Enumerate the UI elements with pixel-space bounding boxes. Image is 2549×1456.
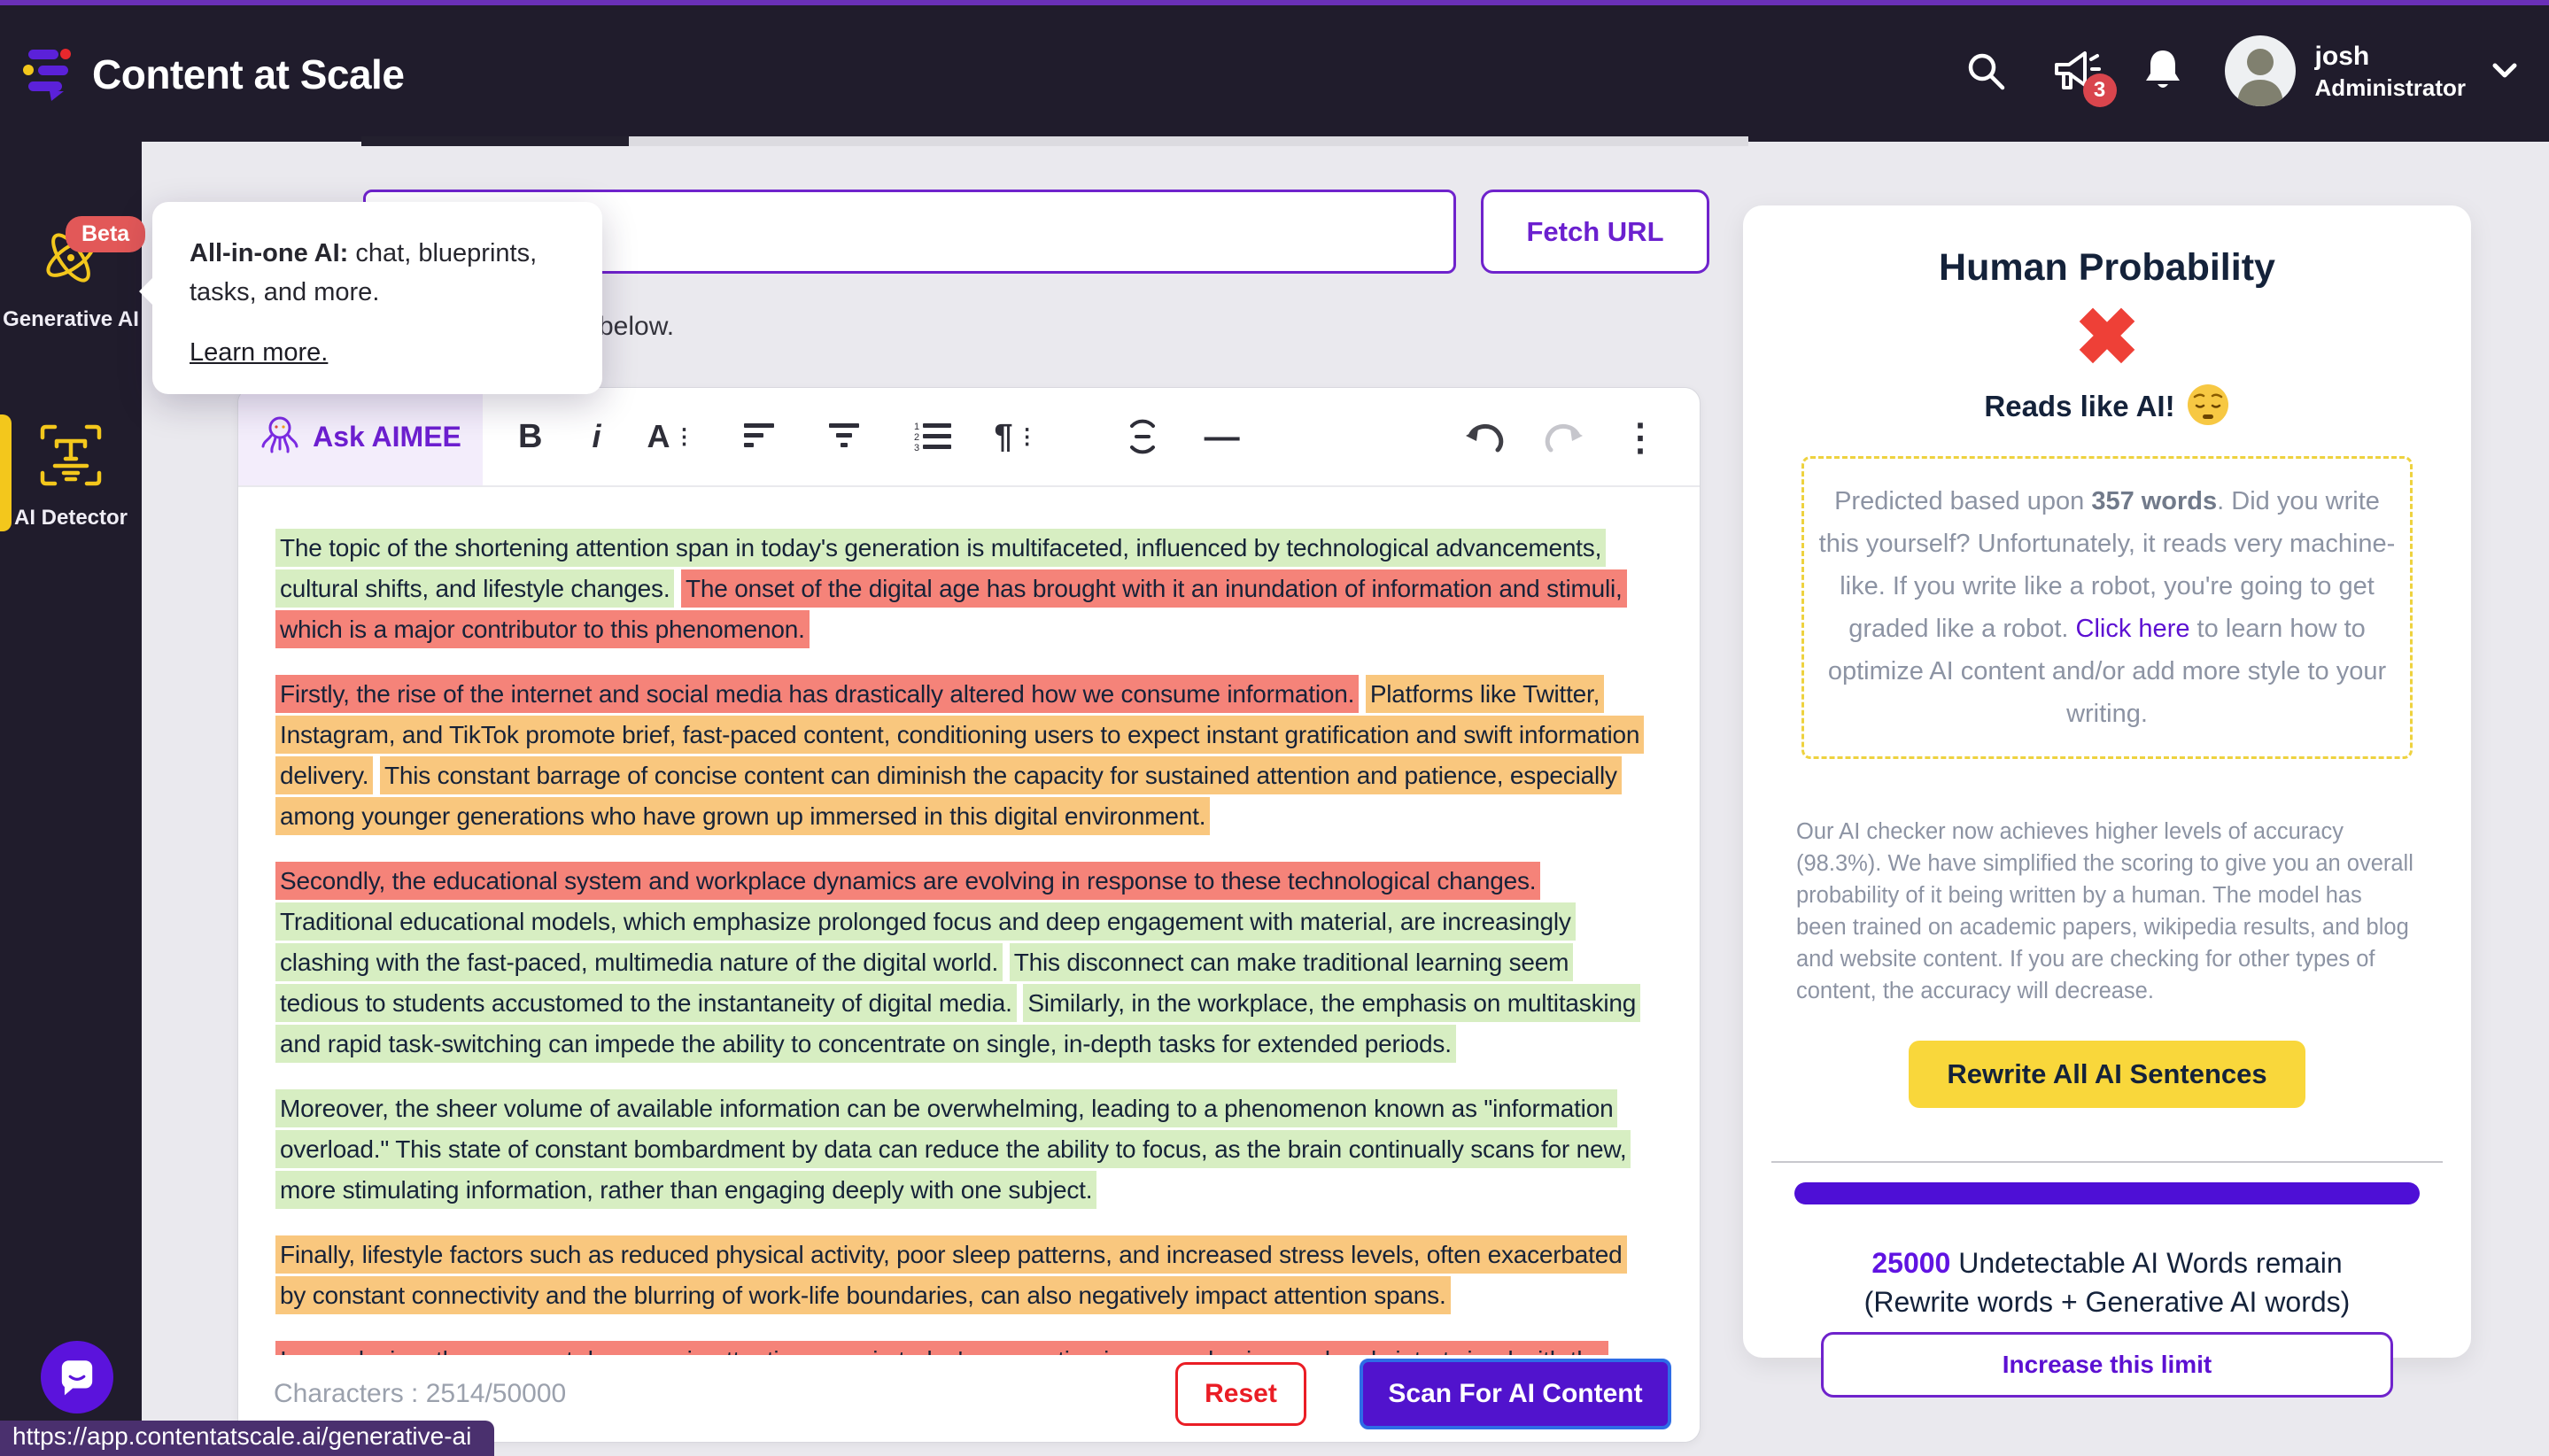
human-probability-panel: Human Probability ✖ Reads like AI! Predi… <box>1743 205 2471 1358</box>
prediction-text: Predicted based upon 357 words. Did you … <box>1819 487 2396 728</box>
undo-icon[interactable] <box>1464 420 1505 453</box>
panel-divider <box>1771 1161 2443 1163</box>
panel-title: Human Probability <box>1743 246 2471 290</box>
ask-aimee-label: Ask AIMEE <box>313 421 461 453</box>
click-here-link[interactable]: Click here <box>2076 615 2190 643</box>
editor-content[interactable]: The topic of the shortening attention sp… <box>238 489 1700 1355</box>
redo-icon[interactable] <box>1544 420 1584 453</box>
sidebar-item-ai-detector[interactable]: AI Detector <box>0 423 142 531</box>
instruction-text: below. <box>599 312 674 342</box>
tooltip-bold: All-in-one AI: <box>190 239 348 267</box>
pilcrow-icon: ¶ <box>994 418 1012 456</box>
bold-button[interactable]: B <box>518 418 542 456</box>
paragraph: The topic of the shortening attention sp… <box>275 528 1648 650</box>
octopus-icon <box>260 414 300 460</box>
svg-text:1: 1 <box>914 422 919 432</box>
svg-text:3: 3 <box>914 443 919 452</box>
highlighted-sentence-red: Firstly, the rise of the internet and so… <box>275 675 1359 713</box>
ordered-list-icon[interactable]: 1 2 3 <box>914 422 953 452</box>
font-style-button[interactable]: A ⋮ <box>600 418 694 455</box>
paragraph: Finally, lifestyle factors such as reduc… <box>275 1235 1648 1316</box>
highlighted-sentence-green: Moreover, the sheer volume of available … <box>275 1089 1631 1209</box>
highlighted-sentence-orange: Finally, lifestyle factors such as reduc… <box>275 1235 1627 1314</box>
prediction-box: Predicted based upon 357 words. Did you … <box>1801 456 2413 759</box>
chat-bubble-button[interactable] <box>41 1341 113 1413</box>
sidebar: Beta Generative AI <box>0 142 142 1456</box>
reset-button[interactable]: Reset <box>1175 1362 1306 1426</box>
top-navbar: Content at Scale 3 <box>0 0 2549 142</box>
italic-button[interactable]: i <box>592 418 600 455</box>
app-screen: Content at Scale 3 <box>0 0 2549 1456</box>
highlighted-sentence-orange: This constant barrage of concise content… <box>275 756 1622 835</box>
word-count: 357 words <box>2091 487 2217 515</box>
red-x-icon: ✖ <box>1743 295 2471 381</box>
verdict-row: Reads like AI! <box>1743 383 2471 431</box>
paragraph-dots: ⋮ <box>1017 424 1038 450</box>
brand[interactable]: Content at Scale <box>23 43 404 105</box>
paragraph-format-button[interactable]: ¶ ⋮ <box>953 418 1037 456</box>
words-progress-bar <box>1794 1182 2420 1204</box>
words-remaining-sub: (Rewrite words + Generative AI words) <box>1864 1286 2351 1318</box>
pensive-face-emoji <box>2186 383 2230 431</box>
notification-badge: 3 <box>2083 74 2117 107</box>
ask-aimee-button[interactable]: Ask AIMEE <box>238 388 483 485</box>
user-info[interactable]: josh Administrator <box>2315 40 2466 102</box>
paragraph: Secondly, the educational system and wor… <box>275 861 1648 1065</box>
rewrite-all-button[interactable]: Rewrite All AI Sentences <box>1909 1041 2305 1108</box>
highlighted-sentence-red: Secondly, the educational system and wor… <box>275 862 1540 900</box>
announcements-icon[interactable]: 3 <box>2051 47 2103 95</box>
verdict-text: Reads like AI! <box>1984 390 2174 423</box>
bell-icon[interactable] <box>2143 49 2182 93</box>
font-style-dots: ⋮ <box>673 424 694 450</box>
fetch-url-button[interactable]: Fetch URL <box>1481 190 1709 274</box>
paragraph: In conclusion, the apparent decrease in … <box>275 1340 1648 1355</box>
words-remaining-number: 25000 <box>1871 1247 1950 1279</box>
align-left-icon[interactable] <box>744 423 779 450</box>
character-count: Characters : 2514/50000 <box>274 1379 1175 1409</box>
editor-toolbar: Ask AIMEE B i A ⋮ <box>238 388 1700 487</box>
accuracy-disclaimer: Our AI checker now achieves higher level… <box>1796 816 2418 1007</box>
editor-card: Ask AIMEE B i A ⋮ <box>237 387 1701 1443</box>
font-style-label: A <box>647 418 670 455</box>
horizontal-rule-icon[interactable]: — <box>1205 417 1240 457</box>
search-icon[interactable] <box>1964 50 2007 92</box>
navbar-actions: 3 josh Administrator <box>1964 0 2517 142</box>
status-bar-url: https://app.contentatscale.ai/generative… <box>0 1421 494 1456</box>
user-name: josh <box>2315 40 2466 74</box>
horizontal-scrollbar[interactable] <box>361 136 1748 146</box>
beta-badge: Beta <box>66 216 145 252</box>
svg-text:2: 2 <box>914 432 919 443</box>
align-center-icon[interactable] <box>829 423 864 450</box>
sidebar-item-label: AI Detector <box>14 506 128 531</box>
user-role: Administrator <box>2315 74 2466 103</box>
link-icon[interactable] <box>1123 417 1162 456</box>
scan-button[interactable]: Scan For AI Content <box>1360 1359 1671 1429</box>
increase-limit-button[interactable]: Increase this limit <box>1821 1332 2393 1398</box>
ai-detector-icon <box>39 423 103 495</box>
paragraph: Moreover, the sheer volume of available … <box>275 1088 1648 1211</box>
chevron-down-icon[interactable] <box>2492 63 2517 79</box>
brand-name: Content at Scale <box>92 50 404 98</box>
tooltip-text: All-in-one AI: chat, blueprints, tasks, … <box>190 234 570 312</box>
paragraph: Firstly, the rise of the internet and so… <box>275 674 1648 837</box>
more-options-icon[interactable]: ⋮ <box>1622 415 1659 459</box>
learn-more-link[interactable]: Learn more. <box>190 338 328 368</box>
brand-logo-icon <box>23 43 74 105</box>
highlighted-sentence-red: In conclusion, the apparent decrease in … <box>275 1341 1608 1355</box>
avatar[interactable] <box>2225 35 2296 106</box>
scrollbar-thumb[interactable] <box>361 136 629 146</box>
all-in-one-ai-tooltip: All-in-one AI: chat, blueprints, tasks, … <box>152 202 602 394</box>
words-remaining: 25000 Undetectable AI Words remain (Rewr… <box>1743 1243 2471 1321</box>
sidebar-item-label: Generative AI <box>3 307 139 332</box>
tooltip-arrow <box>139 276 154 306</box>
